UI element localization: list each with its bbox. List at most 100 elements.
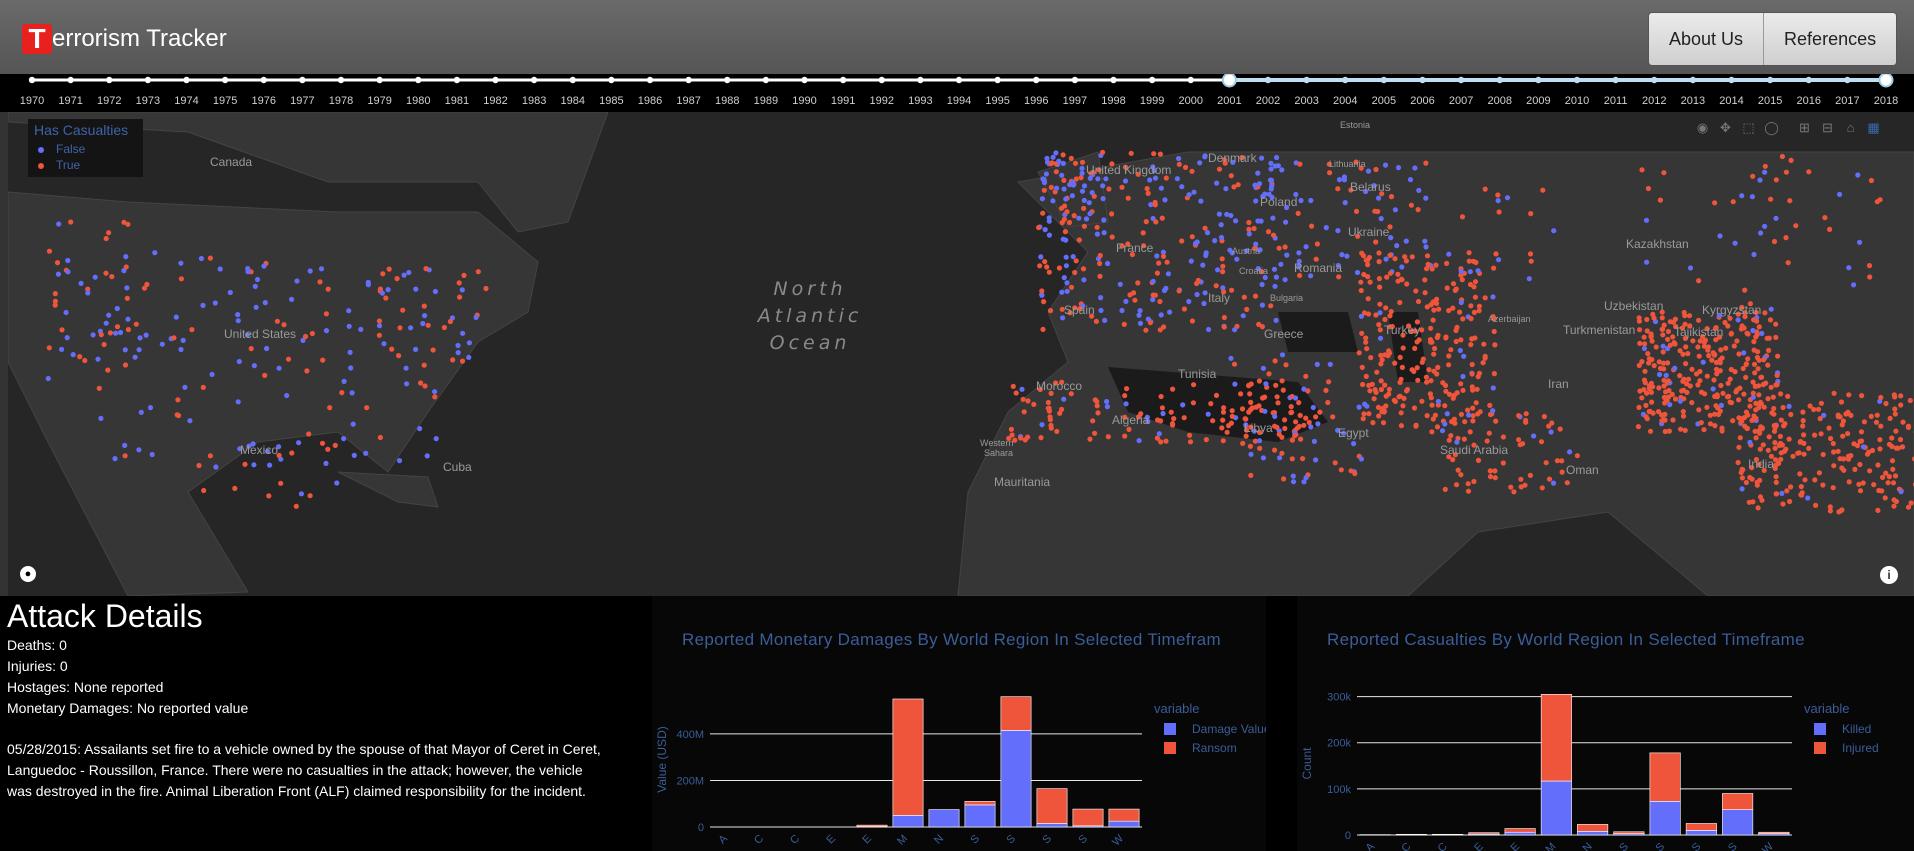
attack-marker[interactable]	[1427, 391, 1433, 397]
slider-year-label[interactable]: 1987	[676, 95, 700, 107]
attack-marker[interactable]	[1238, 391, 1244, 397]
attack-marker[interactable]	[1180, 402, 1186, 408]
attack-marker[interactable]	[1773, 177, 1779, 183]
attack-marker[interactable]	[1382, 316, 1388, 323]
attack-marker[interactable]	[1292, 433, 1298, 439]
slider-year-label[interactable]: 1971	[58, 95, 82, 107]
attack-marker[interactable]	[1104, 398, 1110, 405]
attack-marker[interactable]	[421, 362, 427, 368]
attack-marker[interactable]	[1775, 353, 1781, 359]
attack-marker[interactable]	[1859, 393, 1865, 399]
attack-marker[interactable]	[1121, 321, 1127, 327]
attack-marker[interactable]	[1419, 398, 1425, 404]
attack-marker[interactable]	[1787, 198, 1793, 204]
attack-marker[interactable]	[1750, 499, 1756, 505]
attack-marker[interactable]	[1013, 390, 1019, 396]
year-slider-track[interactable]: 1970 1971 1972 1973 1974 1975 1976 1977 1978 1979…	[0, 72, 1914, 112]
attack-marker[interactable]	[1386, 349, 1392, 356]
bar-injured[interactable]	[1722, 793, 1754, 810]
attack-marker[interactable]	[1095, 410, 1101, 416]
attack-marker[interactable]	[1857, 239, 1863, 245]
attack-marker[interactable]	[1689, 366, 1695, 372]
attack-marker[interactable]	[401, 272, 407, 278]
attack-marker[interactable]	[1038, 435, 1044, 441]
references-button[interactable]: References	[1764, 13, 1897, 65]
attack-marker[interactable]	[1435, 398, 1441, 405]
attack-marker[interactable]	[1256, 403, 1262, 409]
attack-marker[interactable]	[1190, 400, 1196, 406]
attack-marker[interactable]	[70, 352, 76, 358]
attack-marker[interactable]	[1256, 378, 1262, 384]
attack-marker[interactable]	[1233, 218, 1239, 224]
slider-year-label[interactable]: 1976	[252, 95, 276, 107]
slider-tick-dot[interactable]	[1110, 76, 1117, 84]
attack-marker[interactable]	[1868, 177, 1874, 184]
attack-marker[interactable]	[1482, 355, 1488, 361]
slider-tick-dot[interactable]	[1148, 76, 1156, 84]
attack-marker[interactable]	[1457, 309, 1463, 315]
attack-marker[interactable]	[1125, 195, 1131, 201]
attack-marker[interactable]	[1660, 343, 1666, 349]
attack-marker[interactable]	[1279, 378, 1285, 384]
attack-marker[interactable]	[1053, 150, 1059, 156]
slider-tick-dot[interactable]	[1187, 76, 1194, 84]
attack-marker[interactable]	[1567, 449, 1573, 455]
attack-marker[interactable]	[430, 347, 436, 353]
attack-marker[interactable]	[1018, 435, 1024, 441]
attack-marker[interactable]	[1311, 438, 1317, 444]
attack-marker[interactable]	[1643, 217, 1650, 223]
attack-marker[interactable]	[1840, 433, 1846, 439]
attack-marker[interactable]	[432, 389, 438, 395]
attack-marker[interactable]	[1053, 169, 1059, 175]
attack-marker[interactable]	[1712, 200, 1718, 206]
attack-marker[interactable]	[1759, 330, 1765, 336]
slider-year-label[interactable]: 1999	[1140, 95, 1164, 107]
slider-tick-dot[interactable]	[1728, 76, 1735, 84]
attack-marker[interactable]	[1846, 265, 1852, 271]
attack-marker[interactable]	[1282, 244, 1288, 250]
slider-year-label[interactable]: 2014	[1719, 95, 1743, 107]
attack-marker[interactable]	[1758, 230, 1764, 236]
attack-marker[interactable]	[1424, 379, 1430, 385]
attack-marker[interactable]	[1737, 435, 1743, 441]
attack-marker[interactable]	[1490, 385, 1496, 391]
attack-marker[interactable]	[1672, 341, 1678, 347]
attack-marker[interactable]	[1282, 425, 1288, 432]
attack-marker[interactable]	[1889, 458, 1896, 464]
attack-marker[interactable]	[1549, 420, 1555, 426]
attack-marker[interactable]	[1689, 400, 1695, 406]
attack-marker[interactable]	[1400, 403, 1406, 409]
attack-marker[interactable]	[455, 350, 461, 356]
slider-tick-dot[interactable]	[1766, 76, 1774, 84]
attack-marker[interactable]	[1374, 369, 1380, 375]
attack-marker[interactable]	[1079, 165, 1085, 171]
attack-marker[interactable]	[1778, 391, 1784, 397]
attack-marker[interactable]	[1210, 418, 1216, 424]
attack-marker[interactable]	[1750, 390, 1756, 396]
attack-marker[interactable]	[1317, 409, 1323, 415]
attack-marker[interactable]	[1259, 281, 1265, 288]
attack-marker[interactable]	[1739, 475, 1745, 481]
attack-marker[interactable]	[1248, 472, 1254, 478]
attack-marker[interactable]	[1213, 283, 1219, 289]
attack-marker[interactable]	[1049, 160, 1055, 166]
attack-marker[interactable]	[379, 290, 385, 296]
attack-marker[interactable]	[1356, 404, 1362, 410]
attack-marker[interactable]	[1354, 269, 1361, 276]
legend-item-true[interactable]: True	[38, 158, 80, 172]
attack-marker[interactable]	[1786, 436, 1792, 442]
attack-marker[interactable]	[1361, 310, 1368, 316]
attack-marker[interactable]	[1189, 168, 1195, 174]
attack-marker[interactable]	[1276, 245, 1282, 251]
attack-marker[interactable]	[1176, 288, 1182, 294]
attack-marker[interactable]	[1877, 197, 1883, 203]
attack-marker[interactable]	[1882, 495, 1888, 501]
attack-marker[interactable]	[1491, 328, 1497, 335]
attack-marker[interactable]	[1820, 451, 1826, 458]
attack-marker[interactable]	[1198, 198, 1204, 204]
attack-marker[interactable]	[1755, 383, 1762, 389]
attack-marker[interactable]	[1432, 345, 1438, 352]
attack-marker[interactable]	[55, 271, 62, 277]
attack-marker[interactable]	[1813, 502, 1819, 508]
attack-marker[interactable]	[1751, 413, 1757, 419]
